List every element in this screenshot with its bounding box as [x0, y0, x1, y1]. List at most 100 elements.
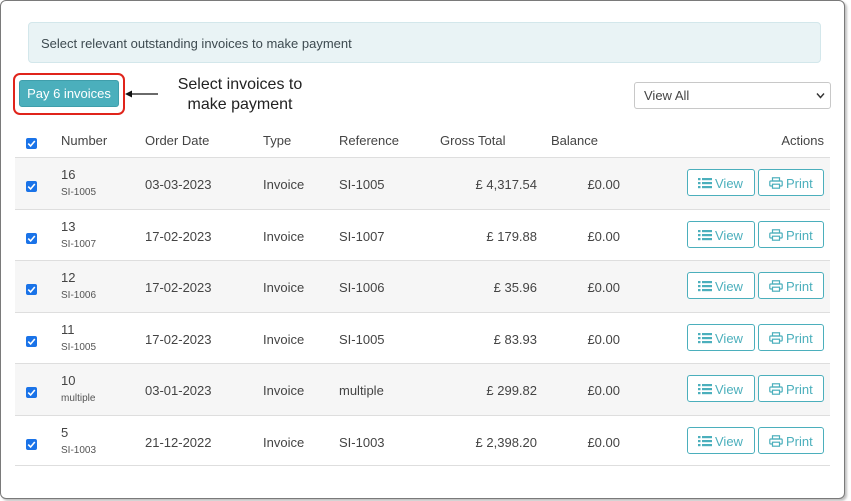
- check-icon: [27, 183, 36, 191]
- view-button-label: View: [715, 330, 743, 346]
- row-checkbox[interactable]: [26, 438, 37, 450]
- invoice-sub-ref: multiple: [61, 393, 96, 404]
- row-checkbox[interactable]: [26, 335, 37, 347]
- row-checkbox[interactable]: [26, 387, 37, 398]
- list-icon: [698, 332, 712, 343]
- window-frame: Select relevant outstanding invoices to …: [0, 0, 845, 499]
- print-button[interactable]: Print: [758, 220, 824, 248]
- select-all-checkbox[interactable]: [26, 138, 37, 149]
- print-button-label: Print: [786, 279, 813, 294]
- list-icon: [698, 229, 712, 240]
- header-type: Type: [263, 133, 292, 148]
- invoice-number: 5: [61, 424, 69, 440]
- invoice-number: 16: [61, 167, 76, 182]
- gross-total: £ 35.96: [493, 280, 537, 295]
- order-date: 17-02-2023: [145, 280, 212, 295]
- invoice-reference: multiple: [339, 383, 384, 398]
- order-date: 17-02-2023: [145, 331, 212, 347]
- view-button[interactable]: View: [687, 272, 755, 299]
- annotation-line-2: make payment: [187, 96, 293, 113]
- gross-total: £ 299.82: [486, 383, 537, 398]
- view-button-label: View: [715, 433, 743, 449]
- balance: £0.00: [587, 383, 620, 398]
- check-icon: [27, 337, 36, 345]
- table-row: 5 SI-1003 21-12-2022 Invoice SI-1003 £ 2…: [15, 414, 830, 466]
- view-button-label: View: [715, 227, 743, 243]
- balance: £0.00: [587, 177, 620, 192]
- balance: £0.00: [587, 280, 620, 295]
- invoice-type: Invoice: [263, 383, 305, 398]
- annotation-callout: Select invoices to make payment: [166, 75, 314, 115]
- balance: £0.00: [587, 434, 620, 450]
- invoice-sub-ref: SI-1005: [61, 187, 97, 198]
- invoice-sub-ref: SI-1006: [61, 290, 97, 301]
- printer-icon: [769, 177, 783, 189]
- print-button[interactable]: Print: [758, 375, 824, 402]
- list-icon: [698, 384, 712, 395]
- pay-invoices-button[interactable]: Pay 6 invoices: [19, 80, 119, 107]
- highlight-box: Pay 6 invoices: [13, 73, 125, 115]
- printer-icon: [769, 280, 783, 292]
- printer-icon: [769, 383, 783, 395]
- view-button[interactable]: View: [687, 220, 755, 248]
- view-button[interactable]: View: [687, 426, 755, 454]
- gross-total: £ 2,398.20: [475, 434, 537, 450]
- print-button-label: Print: [786, 382, 813, 397]
- view-button-label: View: [715, 279, 743, 294]
- print-button[interactable]: Print: [758, 272, 824, 299]
- print-button[interactable]: Print: [758, 323, 824, 351]
- gross-total: £ 179.88: [486, 228, 537, 244]
- print-button[interactable]: Print: [758, 426, 824, 454]
- printer-icon: [769, 228, 783, 241]
- gross-total: £ 4,317.54: [475, 177, 537, 192]
- table-row: 10 multiple 03-01-2023 Invoice multiple …: [15, 363, 830, 415]
- invoice-sub-ref: SI-1005: [61, 341, 97, 353]
- list-icon: [698, 178, 712, 189]
- balance: £0.00: [587, 228, 620, 244]
- table-row: 12 SI-1006 17-02-2023 Invoice SI-1006 £ …: [15, 260, 830, 312]
- view-button[interactable]: View: [687, 375, 755, 402]
- print-button-label: Print: [786, 227, 813, 243]
- view-button[interactable]: View: [687, 169, 755, 196]
- invoice-number: 12: [61, 270, 76, 285]
- view-button-label: View: [715, 382, 743, 397]
- invoice-sub-ref: SI-1007: [61, 238, 97, 250]
- invoice-type: Invoice: [263, 228, 305, 244]
- table-row: 11 SI-1005 17-02-2023 Invoice SI-1005 £ …: [15, 311, 830, 364]
- info-banner: Select relevant outstanding invoices to …: [28, 22, 821, 63]
- printer-icon: [769, 434, 783, 447]
- invoice-reference: SI-1007: [339, 228, 385, 244]
- row-checkbox[interactable]: [26, 181, 37, 192]
- list-icon: [698, 435, 712, 446]
- check-icon: [27, 389, 36, 397]
- print-button[interactable]: Print: [758, 169, 824, 196]
- order-date: 03-01-2023: [145, 383, 212, 398]
- invoice-reference: SI-1003: [339, 434, 385, 450]
- invoice-sub-ref: SI-1003: [61, 444, 97, 456]
- order-date: 21-12-2022: [145, 434, 212, 450]
- table-row: 13 SI-1007 17-02-2023 Invoice SI-1007 £ …: [15, 208, 830, 261]
- view-filter-value: View All: [644, 88, 690, 103]
- view-filter-select[interactable]: View All: [634, 82, 831, 109]
- chevron-down-icon: [816, 93, 825, 99]
- printer-icon: [769, 331, 783, 344]
- table-header: Number Order Date Type Reference Gross T…: [15, 126, 830, 157]
- check-icon: [27, 286, 36, 294]
- invoice-number: 11: [61, 321, 75, 337]
- invoice-number: 13: [61, 218, 76, 234]
- header-balance: Balance: [551, 133, 598, 148]
- header-order-date: Order Date: [145, 133, 210, 148]
- row-checkbox[interactable]: [26, 232, 37, 244]
- order-date: 03-03-2023: [145, 177, 212, 192]
- check-icon: [27, 140, 36, 148]
- row-checkbox[interactable]: [26, 284, 37, 295]
- check-icon: [27, 440, 36, 448]
- invoice-type: Invoice: [263, 331, 305, 347]
- view-button[interactable]: View: [687, 323, 755, 351]
- print-button-label: Print: [786, 176, 813, 191]
- order-date: 17-02-2023: [145, 228, 212, 244]
- list-icon: [698, 281, 712, 292]
- annotation-line-1: Select invoices to: [177, 76, 303, 93]
- arrow-left-icon: [125, 90, 158, 98]
- invoice-type: Invoice: [263, 280, 305, 295]
